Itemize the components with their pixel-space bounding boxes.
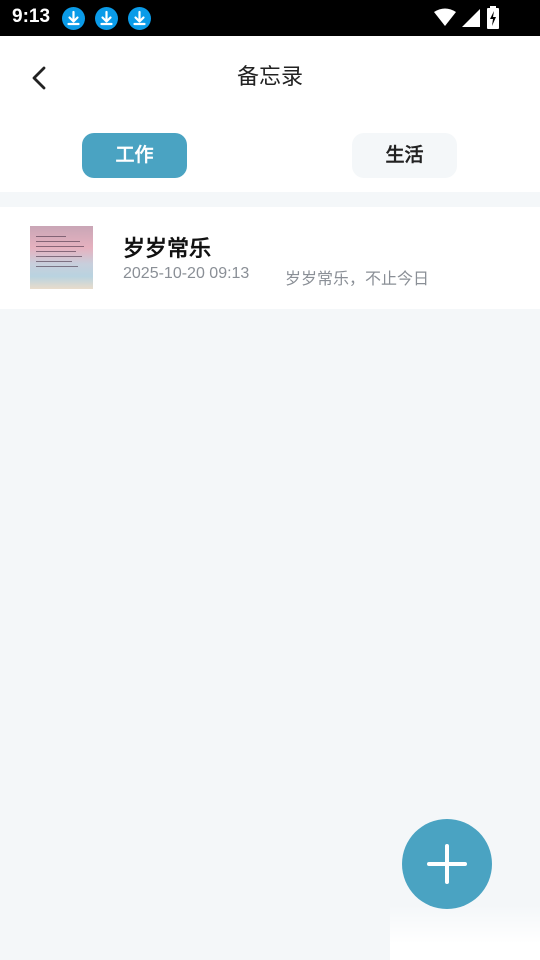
download-icon: [95, 7, 118, 30]
note-timestamp: 2025-10-20 09:13: [123, 265, 250, 282]
status-time: 9:13: [12, 6, 51, 27]
download-icon: [62, 7, 85, 30]
wifi-icon: [434, 8, 456, 26]
bottom-glow: [390, 905, 540, 960]
note-thumbnail: [30, 226, 93, 289]
tab-life[interactable]: 生活: [352, 133, 457, 178]
status-bar: 9:13: [0, 0, 540, 36]
signal-icon: [462, 9, 480, 27]
plus-icon: [427, 844, 467, 884]
page-title: 备忘录: [236, 65, 303, 90]
app-header: 备忘录 工作 生活: [0, 36, 540, 192]
note-title: 岁岁常乐: [123, 237, 212, 262]
tab-label: 生活: [385, 144, 424, 166]
note-preview: 岁岁常乐，不止今日: [285, 269, 430, 288]
battery-charging-icon: [487, 6, 499, 29]
add-note-button[interactable]: [402, 819, 492, 909]
download-icon: [128, 7, 151, 30]
tab-label: 工作: [115, 144, 154, 166]
tab-work[interactable]: 工作: [82, 133, 187, 178]
note-list-item[interactable]: 岁岁常乐 2025-10-20 09:13 岁岁常乐，不止今日: [0, 207, 540, 309]
